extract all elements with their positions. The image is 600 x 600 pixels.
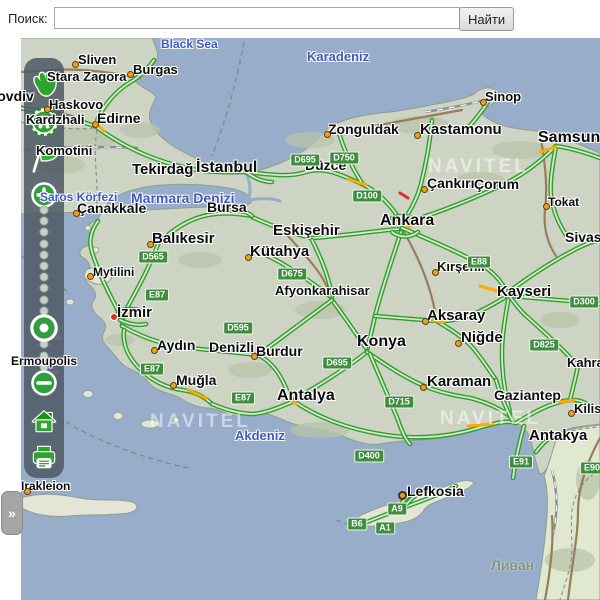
zoom-slider-track-dot — [40, 217, 49, 226]
sidebar-expand-tab[interactable]: » — [1, 491, 23, 535]
zoom-slider-track-dot — [40, 239, 49, 248]
car-gear-icon — [27, 105, 61, 144]
svg-text:NAVITEL: NAVITEL — [150, 411, 251, 432]
zoom-slider-handle[interactable] — [25, 311, 63, 349]
flag-icon — [26, 141, 62, 182]
zoom-slider-track-dot — [40, 295, 49, 304]
map-canvas[interactable]: NAVITEL NAVITEL NAVITEL — [21, 38, 600, 600]
routes-tool-button[interactable] — [25, 105, 63, 143]
hand-icon — [26, 66, 62, 107]
zoom-slider-track-dot — [40, 351, 49, 360]
svg-text:NAVITEL: NAVITEL — [440, 408, 541, 429]
zoom-slider-track-dot — [40, 228, 49, 237]
svg-text:NAVITEL: NAVITEL — [428, 156, 529, 177]
map-graphics: NAVITEL NAVITEL NAVITEL — [21, 38, 600, 600]
flag-tool-button[interactable] — [25, 142, 63, 180]
page: Поиск: Найти NAVITELNAVITELNAVITEL Black… — [0, 0, 600, 600]
zoom-slider-track-dot — [40, 284, 49, 293]
search-button[interactable]: Найти — [459, 7, 514, 31]
zoom-slider-track-dot — [40, 262, 49, 271]
slider-handle-icon — [27, 311, 61, 350]
home-button[interactable] — [25, 404, 63, 442]
minus-icon — [28, 367, 60, 404]
double-chevron-icon: » — [8, 505, 16, 521]
zoom-slider-track-dot — [40, 273, 49, 282]
printer-icon — [27, 440, 61, 479]
zoom-slider[interactable] — [38, 210, 50, 378]
pan-tool-button[interactable] — [25, 67, 63, 105]
zoom-out-button[interactable] — [25, 366, 63, 404]
map-toolbar — [24, 58, 64, 478]
search-bar: Поиск: Найти — [0, 0, 600, 38]
search-label: Поиск: — [8, 11, 48, 26]
home-icon — [27, 404, 61, 443]
search-input[interactable] — [54, 7, 460, 29]
zoom-slider-track-dot — [40, 206, 49, 215]
zoom-slider-track-dot — [40, 250, 49, 259]
print-button[interactable] — [25, 440, 63, 478]
